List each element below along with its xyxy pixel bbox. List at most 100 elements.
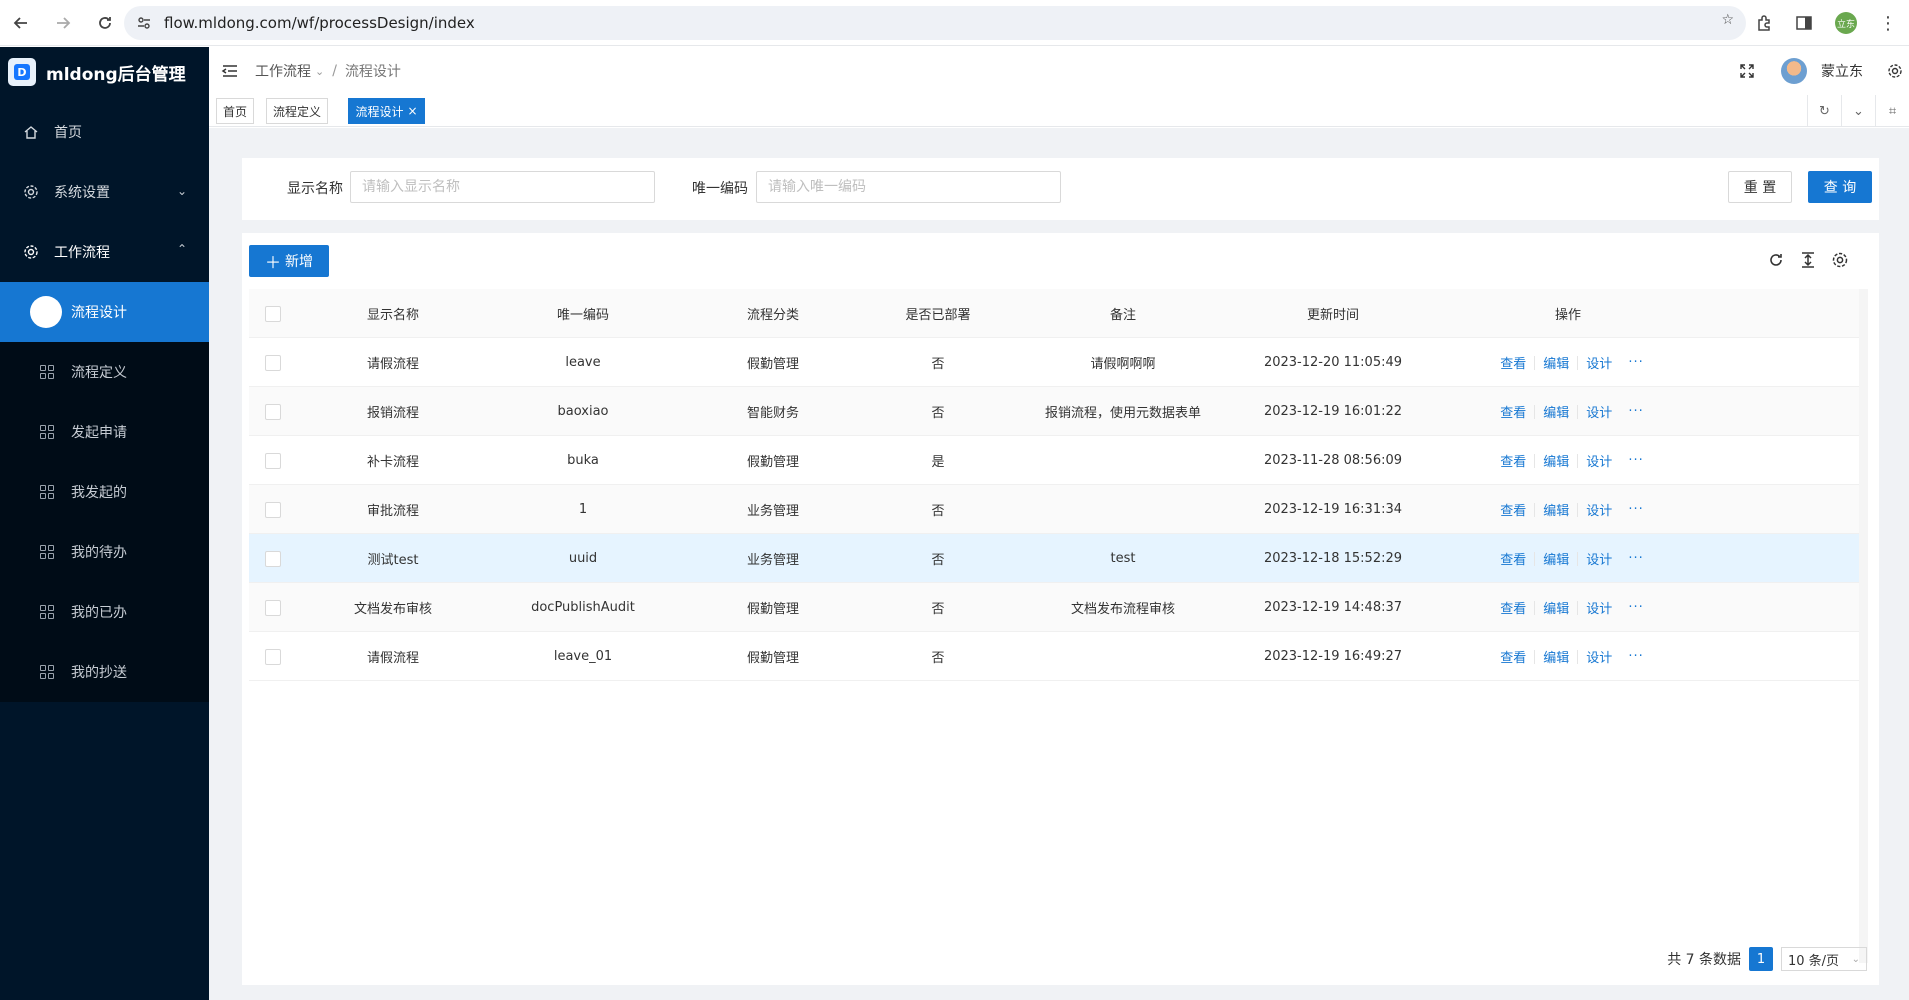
page-1-button[interactable]: 1 — [1749, 947, 1773, 971]
column-header: 唯一编码 — [556, 308, 609, 323]
cell-code: docPublishAudit — [531, 600, 635, 615]
row-checkbox[interactable] — [258, 534, 288, 583]
edit-link[interactable]: 编辑 — [1543, 598, 1569, 617]
vertical-scrollbar[interactable] — [1859, 289, 1868, 963]
sidebar-item-my-initiated[interactable]: 我发起的 — [0, 462, 209, 522]
edit-link[interactable]: 编辑 — [1543, 549, 1569, 568]
sidebar-item-system-settings[interactable]: 系统设置 ⌄ — [0, 162, 209, 222]
settings-icon[interactable] — [1887, 63, 1903, 79]
back-icon[interactable] — [8, 10, 34, 36]
header-actions: 蒙立东 — [1739, 47, 1909, 95]
tab-home[interactable]: 首页 — [216, 98, 254, 124]
address-bar[interactable]: flow.mldong.com/wf/processDesign/index ☆ — [124, 6, 1746, 40]
view-link[interactable]: 查看 — [1500, 598, 1526, 617]
more-icon[interactable]: ··· — [1628, 502, 1643, 517]
cell-updated: 2023-12-19 16:01:22 — [1263, 404, 1403, 419]
design-link[interactable]: 设计 — [1586, 598, 1612, 617]
chevron-down-icon[interactable]: ⌄ — [1841, 95, 1875, 127]
sidebar-item-label: 我发起的 — [71, 485, 127, 501]
forward-icon[interactable] — [50, 10, 76, 36]
design-link[interactable]: 设计 — [1586, 353, 1612, 372]
cell-updated: 2023-12-19 14:48:37 — [1263, 600, 1403, 615]
column-header: 显示名称 — [366, 308, 419, 323]
reload-icon[interactable] — [1767, 251, 1785, 269]
sidebar-item-process-design[interactable]: 流程设计 — [0, 282, 209, 342]
sidebar-item-my-cc[interactable]: 我的抄送 — [0, 642, 209, 702]
edit-link[interactable]: 编辑 — [1543, 500, 1569, 519]
main-content: 显示名称 唯一编码 重 置 查 询 ＋ 新增 显示名称 唯一编码 流程分类 是否… — [209, 128, 1909, 1000]
bookmark-star-icon[interactable]: ☆ — [1721, 12, 1734, 28]
edit-link[interactable]: 编辑 — [1543, 451, 1569, 470]
row-actions: 查看 编辑 设计 ··· — [1443, 583, 1693, 632]
view-link[interactable]: 查看 — [1500, 353, 1526, 372]
name-field-label: 显示名称 — [287, 181, 343, 197]
code-search-input[interactable] — [756, 171, 1061, 203]
design-link[interactable]: 设计 — [1586, 402, 1612, 421]
sidebar-item-my-done[interactable]: 我的已办 — [0, 582, 209, 642]
breadcrumb-parent[interactable]: 工作流程 — [255, 61, 311, 81]
more-icon[interactable]: ··· — [1628, 600, 1643, 615]
row-checkbox[interactable] — [258, 632, 288, 681]
avatar[interactable] — [1781, 58, 1807, 84]
edit-link[interactable]: 编辑 — [1543, 647, 1569, 666]
fold-content-icon[interactable]: ⌗ — [1875, 95, 1909, 127]
site-info-icon[interactable] — [136, 15, 152, 31]
sidebar-item-process-definition[interactable]: 流程定义 — [0, 342, 209, 402]
reset-button[interactable]: 重 置 — [1728, 171, 1792, 203]
row-actions: 查看 编辑 设计 ··· — [1443, 338, 1693, 387]
tab-label: 流程设计 — [355, 104, 404, 119]
sidebar-item-start-request[interactable]: 发起申请 — [0, 402, 209, 462]
profile-avatar[interactable]: 立东 — [1835, 12, 1857, 34]
pagination: 共 7 条数据 1 10 条/页 ⌄ — [1667, 947, 1867, 971]
row-checkbox[interactable] — [258, 583, 288, 632]
sidebar-item-workflow[interactable]: 工作流程 ⌃ — [0, 222, 209, 282]
view-link[interactable]: 查看 — [1500, 647, 1526, 666]
logo-area[interactable]: D mldong后台管理 — [0, 47, 209, 97]
more-icon[interactable]: ··· — [1628, 453, 1643, 468]
view-link[interactable]: 查看 — [1500, 500, 1526, 519]
row-checkbox[interactable] — [258, 436, 288, 485]
column-header: 是否已部署 — [905, 308, 971, 323]
extensions-icon[interactable] — [1755, 14, 1773, 32]
cell-category: 假勤管理 — [746, 651, 799, 666]
design-link[interactable]: 设计 — [1586, 500, 1612, 519]
more-icon[interactable]: ··· — [1628, 649, 1643, 664]
query-button[interactable]: 查 询 — [1808, 171, 1872, 203]
sidebar-item-home[interactable]: 首页 — [0, 102, 209, 162]
design-link[interactable]: 设计 — [1586, 647, 1612, 666]
column-height-icon[interactable] — [1799, 251, 1817, 269]
add-button-label: 新增 — [285, 254, 313, 270]
view-link[interactable]: 查看 — [1500, 451, 1526, 470]
row-checkbox[interactable] — [258, 485, 288, 534]
tab-process-design[interactable]: 流程设计 × — [348, 98, 425, 124]
cell-name: 报销流程 — [366, 406, 419, 421]
refresh-tab-icon[interactable]: ↻ — [1807, 95, 1841, 127]
menu-fold-icon[interactable] — [221, 62, 239, 80]
page-size-select[interactable]: 10 条/页 ⌄ — [1781, 947, 1867, 971]
name-search-input[interactable] — [350, 171, 655, 203]
view-link[interactable]: 查看 — [1500, 549, 1526, 568]
more-icon[interactable]: ··· — [1628, 355, 1643, 370]
user-name[interactable]: 蒙立东 — [1821, 61, 1863, 81]
browser-menu-icon[interactable]: ⋮ — [1879, 13, 1897, 34]
row-checkbox[interactable] — [258, 387, 288, 436]
edit-link[interactable]: 编辑 — [1543, 402, 1569, 421]
more-icon[interactable]: ··· — [1628, 551, 1643, 566]
tab-process-definition[interactable]: 流程定义 — [266, 98, 328, 124]
row-checkbox[interactable] — [258, 338, 288, 387]
edit-link[interactable]: 编辑 — [1543, 353, 1569, 372]
design-link[interactable]: 设计 — [1586, 549, 1612, 568]
sidebar-item-my-todo[interactable]: 我的待办 — [0, 522, 209, 582]
more-icon[interactable]: ··· — [1628, 404, 1643, 419]
design-link[interactable]: 设计 — [1586, 451, 1612, 470]
reload-icon[interactable] — [92, 10, 118, 36]
side-panel-icon[interactable] — [1795, 14, 1813, 32]
cell-code: 1 — [578, 502, 588, 517]
view-link[interactable]: 查看 — [1500, 402, 1526, 421]
total-count: 共 7 条数据 — [1667, 952, 1741, 968]
fullscreen-icon[interactable] — [1739, 63, 1755, 79]
close-icon[interactable]: × — [407, 104, 417, 118]
select-all-checkbox[interactable] — [258, 289, 288, 338]
setting-icon[interactable] — [1831, 251, 1849, 269]
add-button[interactable]: ＋ 新增 — [249, 245, 329, 277]
